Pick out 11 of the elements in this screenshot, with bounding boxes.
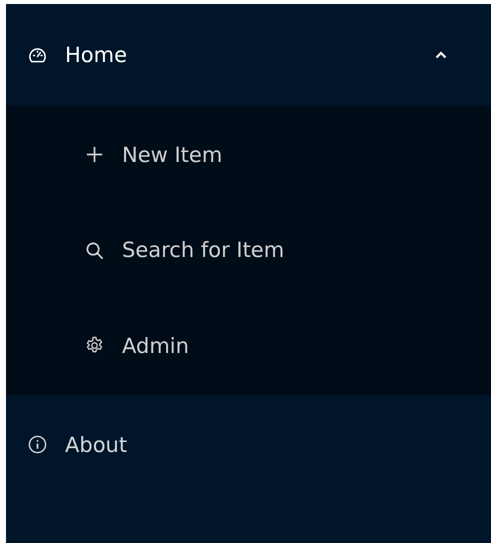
menu-item[interactable]: About (6, 394, 491, 494)
menu-item[interactable]: Home (6, 4, 491, 106)
caret-icon (435, 51, 447, 59)
submenu-item[interactable]: Admin (6, 298, 491, 394)
search-icon (85, 240, 104, 260)
submenu-item[interactable]: New Item (6, 107, 491, 202)
gear-icon (85, 336, 104, 356)
submenu-item[interactable]: Search for Item (6, 202, 491, 298)
plus-icon (85, 145, 104, 164)
info-icon (28, 435, 47, 454)
dashboard-icon (28, 46, 47, 64)
